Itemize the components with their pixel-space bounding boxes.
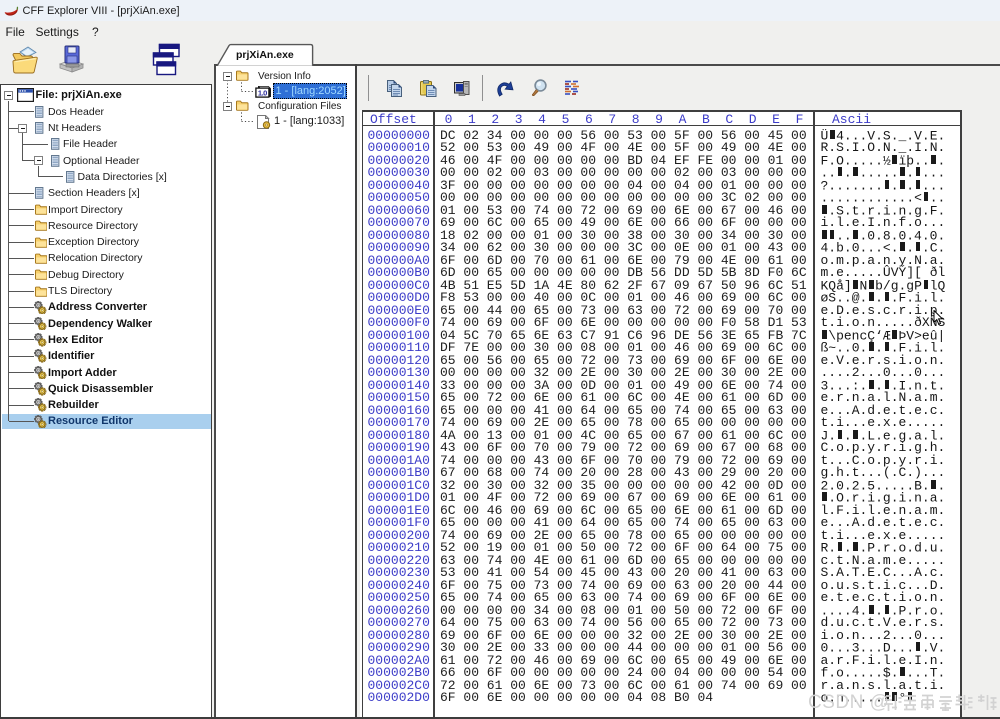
svg-text:1.0: 1.0 xyxy=(258,88,267,97)
